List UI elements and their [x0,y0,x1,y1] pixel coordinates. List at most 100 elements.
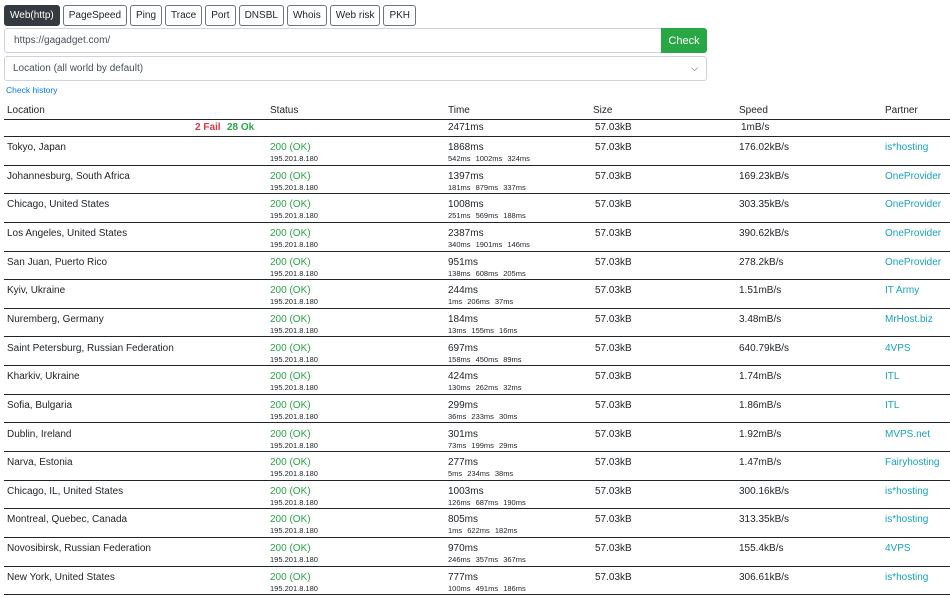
speed-cell: 390.62kB/s [739,227,790,239]
partner-link[interactable]: ITL [885,400,899,411]
header-location: Location [7,105,45,116]
location-cell: Johannesburg, South Africa [7,170,130,182]
time-cell: 424ms [448,371,479,383]
location-cell: Sofia, Bulgaria [7,399,73,411]
partner-link[interactable]: OneProvider [885,228,941,239]
location-cell: Novosibirsk, Russian Federation [7,543,151,555]
time-cell: 244ms [448,285,479,297]
location-cell: Tokyo, Japan [7,142,66,153]
tab-web-risk[interactable]: Web risk [329,5,381,26]
table-row: Los Angeles, United States 200 (OK) 195.20… [4,223,950,252]
ip-cell: 195.201.8.180 [270,268,318,278]
chevron-down-icon: ⌵ [691,63,698,73]
tab-trace[interactable]: Trace [165,5,203,26]
time-cell: 1868ms [448,142,484,153]
check-button[interactable]: Check [661,28,707,53]
partner-link[interactable]: is*hosting [885,514,928,525]
header-size: Size [593,105,613,116]
location-cell: Chicago, IL, United States [7,485,124,497]
table-row: Johannesburg, South Africa 200 (OK) 195.20… [4,166,950,195]
tab-dnsbl[interactable]: DNSBL [238,5,284,26]
summary-row: 2 Fail 28 Ok 2471ms 57.03kB 1mB/s [4,120,950,137]
status-cell: 200 (OK) [270,457,311,469]
table-row: San Juan, Puerto Rico 200 (OK) 195.201.8.1… [4,252,950,281]
size-cell: 57.03kB [595,514,632,526]
ip-cell: 195.201.8.180 [270,182,318,192]
time-cell: 777ms [448,571,479,583]
location-cell: Montreal, Quebec, Canada [7,514,128,526]
partner-link[interactable]: 4VPS [885,343,911,354]
speed-cell: 306.61kB/s [739,571,790,583]
status-cell: 200 (OK) [270,543,311,555]
speed-cell: 1.47mB/s [739,457,782,469]
partner-link[interactable]: MrHost.biz [885,314,933,325]
partner-link[interactable]: MVPS.net [885,429,930,440]
size-cell: 57.03kB [595,256,632,268]
tab-port[interactable]: Port [205,5,236,26]
time-cell: 805ms [448,514,479,526]
partner-link[interactable]: OneProvider [885,199,941,210]
partner-link[interactable]: OneProvider [885,257,941,268]
partner-link[interactable]: OneProvider [885,171,941,182]
table-row: Nuremberg, Germany 200 (OK) 195.201.8.180 1… [4,309,950,338]
ip-cell: 195.201.8.180 [270,297,318,307]
partner-link[interactable]: IT Army [885,285,919,296]
ip-cell: 195.201.8.180 [270,325,318,335]
header-time: Time [448,105,470,116]
tab-whois[interactable]: Whois [286,5,327,26]
partner-link[interactable]: Fairyhosting [885,457,939,468]
table-row: Kyiv, Ukraine 200 (OK) 195.201.8.180 244ms 1… [4,280,950,309]
url-form: Check [4,28,707,53]
location-cell: Los Angeles, United States [7,227,128,239]
check-history-link[interactable]: Check history [6,85,58,95]
partner-link[interactable]: is*hosting [885,142,928,153]
timing-breakdown-cell: 181ms 879ms 337ms [448,182,526,192]
size-cell: 57.03kB [595,399,632,411]
status-cell: 200 (OK) [270,399,311,411]
ip-cell: 195.201.8.180 [270,526,318,536]
timing-breakdown-cell: 13ms 155ms 16ms [448,325,518,335]
location-cell: Dublin, Ireland [7,428,72,440]
size-cell: 57.03kB [595,485,632,497]
speed-cell: 1.92mB/s [739,428,782,440]
table-row: Saint Petersburg, Russian Federation 200 … [4,338,950,367]
size-cell: 57.03kB [595,170,632,182]
speed-cell: 169.23kB/s [739,170,790,182]
speed-cell: 300.16kB/s [739,485,790,497]
table-row: Chicago, IL, United States 200 (OK) 195.20… [4,481,950,510]
timing-breakdown-cell: 251ms 569ms 188ms [448,211,526,221]
status-cell: 200 (OK) [270,285,311,297]
ip-cell: 195.201.8.180 [270,354,318,364]
location-cell: Narva, Estonia [7,457,73,469]
time-cell: 1003ms [448,485,484,497]
url-input[interactable] [4,28,661,53]
ip-cell: 195.201.8.180 [270,497,318,507]
status-cell: 200 (OK) [270,571,311,583]
ip-cell: 195.201.8.180 [270,383,318,393]
timing-breakdown-cell: 1ms 206ms 37ms [448,297,514,307]
size-cell: 57.03kB [595,285,632,297]
time-cell: 1008ms [448,199,484,211]
status-cell: 200 (OK) [270,313,311,325]
location-select-value: Location (all world by default) [13,63,144,74]
partner-link[interactable]: is*hosting [885,486,928,497]
size-cell: 57.03kB [595,457,632,469]
table-row: Dublin, Ireland 200 (OK) 195.201.8.180 301m… [4,424,950,453]
partner-link[interactable]: ITL [885,371,899,382]
partner-link[interactable]: 4VPS [885,543,911,554]
tab-pkh[interactable]: PKH [383,5,417,26]
location-cell: Kyiv, Ukraine [7,285,66,297]
tab-pagespeed[interactable]: PageSpeed [62,5,128,26]
tab-web-http[interactable]: Web(http) [4,5,60,26]
timing-breakdown-cell: 73ms 199ms 29ms [448,440,518,450]
header-status: Status [270,105,299,116]
size-cell: 57.03kB [595,199,632,211]
status-cell: 200 (OK) [270,371,311,383]
table-row: Chicago, United States 200 (OK) 195.201.8.… [4,194,950,223]
speed-cell: 1.74mB/s [739,371,782,383]
timing-breakdown-cell: 158ms 450ms 89ms [448,354,522,364]
partner-link[interactable]: is*hosting [885,572,928,583]
location-select[interactable]: Location (all world by default) ⌵ [4,56,707,81]
summary-fail: 2 Fail [195,122,221,133]
tab-ping[interactable]: Ping [130,5,163,26]
